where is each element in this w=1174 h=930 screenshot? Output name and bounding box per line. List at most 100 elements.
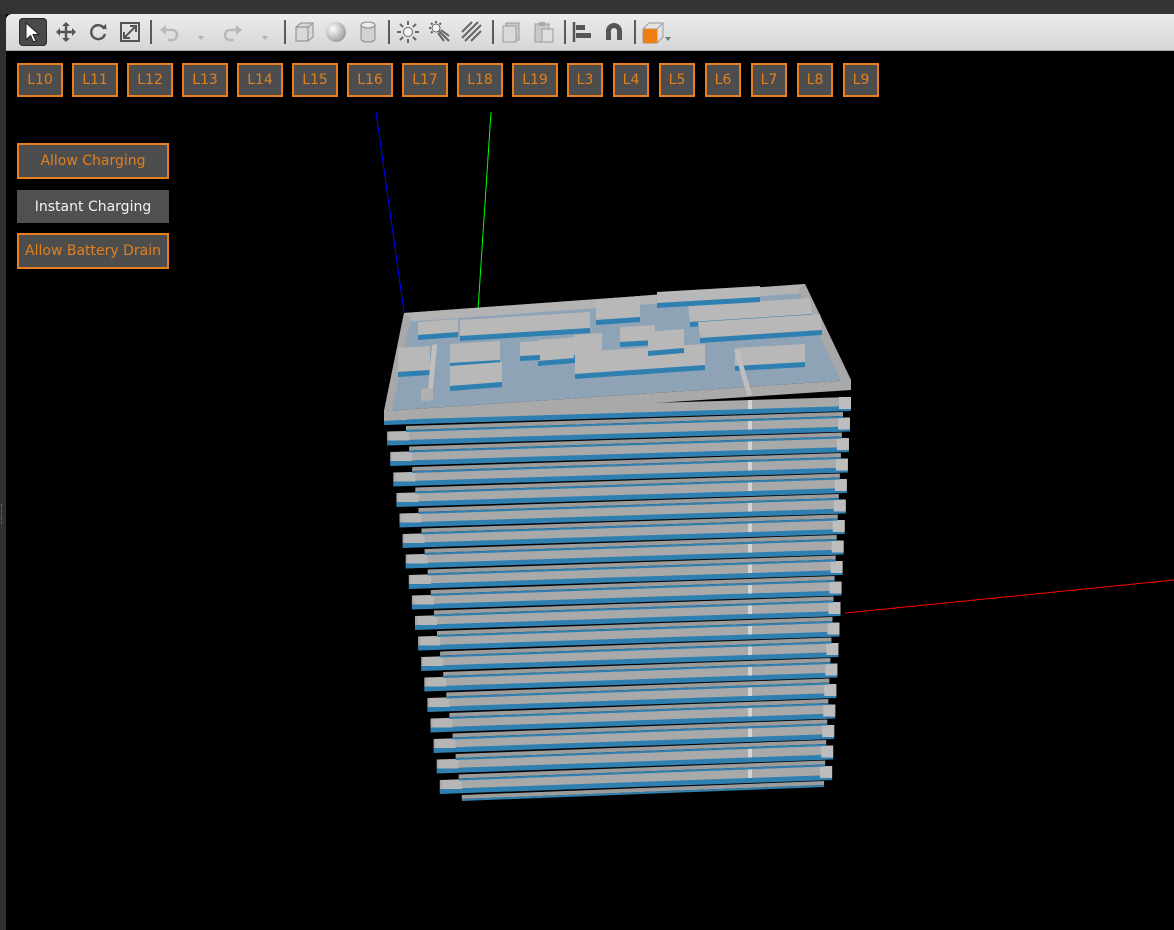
left-wall-block [410,575,431,584]
allow-battery-drain-button[interactable]: Allow Battery Drain [17,233,169,269]
partition-mark [748,646,752,656]
level-button-l18[interactable]: L18 [457,63,503,97]
align-button[interactable] [569,18,597,46]
level-button-l11[interactable]: L11 [72,63,118,97]
copy-icon [502,22,520,43]
spot-light-icon [429,21,450,42]
spot-light-button[interactable] [426,18,454,46]
view-cube-icon [642,22,671,44]
level-button-l8[interactable]: L8 [797,63,833,97]
toolbar-separator [388,20,390,44]
right-wall-block [835,458,848,471]
left-wall-block [407,554,428,564]
translate-tool-button[interactable] [52,18,80,46]
main-toolbar [6,14,1174,51]
undo-history-chevron-down-icon[interactable] [196,28,206,40]
room-block [520,341,540,356]
level-button-l3[interactable]: L3 [567,63,603,97]
partition-mark [748,584,752,594]
point-light-button[interactable] [394,18,422,46]
toolbar-separator [564,20,566,44]
room-block [450,341,500,363]
left-wall-block [438,759,459,769]
building-scene[interactable] [6,51,1174,930]
redo-history-chevron-down-icon[interactable] [260,28,270,40]
partition-mark [748,687,752,697]
partition-mark [748,482,752,492]
snap-button[interactable] [600,18,628,46]
z-axis-line [375,111,405,313]
room-block [398,346,430,372]
right-wall-block [831,540,844,553]
directional-light-button[interactable] [458,18,486,46]
toolbar-separator [150,20,152,44]
arrow-cursor-icon [25,21,41,43]
right-wall-block [826,643,839,655]
left-wall-block [420,636,441,646]
directional-light-icon [461,21,482,42]
right-wall-block [824,684,837,696]
left-wall-block [395,472,416,482]
right-wall-block [820,766,833,778]
left-wall-block [413,595,434,605]
box-shape-button[interactable] [290,18,318,46]
right-wall-block [828,602,841,614]
cylinder-shape-button[interactable] [354,18,382,46]
left-wall-block [423,657,444,666]
partition-mark [748,666,752,676]
window-title-bar [0,0,1174,14]
room-block [450,362,502,386]
right-wall-block [833,499,846,512]
redo-button[interactable] [218,18,246,46]
level-button-l12[interactable]: L12 [127,63,173,97]
level-button-l16[interactable]: L16 [347,63,393,97]
partition-mark [748,728,752,738]
level-button-l7[interactable]: L7 [751,63,787,97]
copy-button[interactable] [498,18,526,46]
allow-charging-button[interactable]: Allow Charging [17,143,169,179]
right-wall-block [822,725,835,737]
partition-mark [748,748,752,758]
left-wall-block [417,616,437,625]
level-button-l9[interactable]: L9 [843,63,879,97]
scale-tool-button[interactable] [116,18,144,46]
level-button-l4[interactable]: L4 [613,63,649,97]
rotate-tool-button[interactable] [84,18,112,46]
select-tool-button[interactable] [19,18,47,46]
instant-charging-button[interactable]: Instant Charging [17,190,169,223]
sun-icon [397,21,419,43]
sphere-shape-button[interactable] [322,18,350,46]
view-angle-button[interactable] [638,18,674,46]
level-button-l15[interactable]: L15 [292,63,338,97]
right-wall-block [836,438,849,450]
level-button-l10[interactable]: L10 [17,63,63,97]
level-button-l6[interactable]: L6 [705,63,741,97]
toolbar-separator [284,20,286,44]
left-wall-block [392,452,413,461]
undo-icon [160,25,179,42]
gazebo-window: L10 L11 L12 L13 L14 L15 L16 L17 L18 L19 L3 L4 L5 L6 L7… [0,0,1174,930]
left-wall-block [398,493,419,502]
sphere-icon [326,22,346,42]
3d-viewport[interactable] [6,51,1174,930]
panel-resize-grip[interactable] [1,504,5,524]
right-wall-block [827,622,840,635]
level-button-l13[interactable]: L13 [182,63,228,97]
partition-mark [748,543,752,553]
partition-mark [748,441,752,451]
level-button-l5[interactable]: L5 [659,63,695,97]
left-wall-block [435,739,456,748]
left-wall-block [432,718,453,728]
level-button-l19[interactable]: L19 [512,63,558,97]
level-button-l17[interactable]: L17 [402,63,448,97]
right-wall-block [830,561,843,573]
right-wall-block [829,581,842,594]
left-wall-block [429,698,450,707]
paste-button[interactable] [530,18,558,46]
level-button-l14[interactable]: L14 [237,63,283,97]
left-wall-block [426,677,447,687]
undo-button[interactable] [156,18,184,46]
room-block-edge [520,355,540,361]
left-wall-block [401,513,422,523]
partition-mark [748,461,752,471]
